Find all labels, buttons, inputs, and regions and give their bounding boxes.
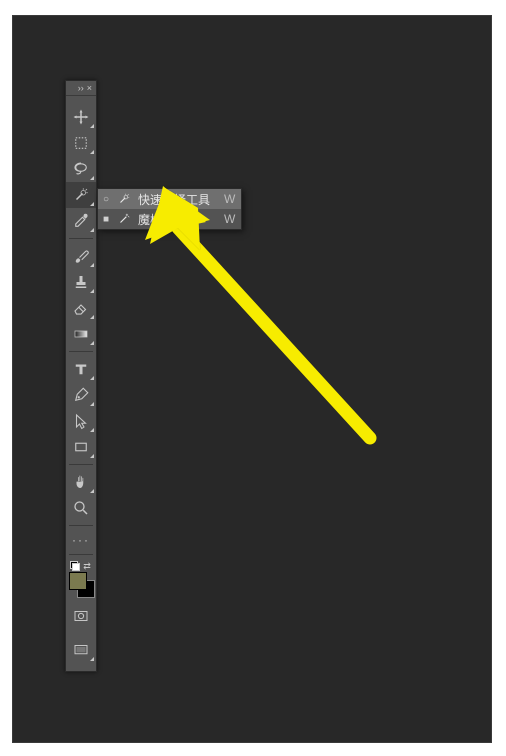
panel-header: ›› × — [66, 81, 96, 96]
path-select-tool[interactable] — [66, 408, 96, 434]
shape-tool[interactable] — [66, 434, 96, 460]
default-colors-button[interactable] — [70, 561, 80, 571]
foreground-color-swatch[interactable] — [69, 572, 87, 590]
dots-icon: ··· — [72, 533, 90, 547]
flyout-label: 魔棒工具 — [138, 211, 210, 228]
brush-tool[interactable] — [66, 243, 96, 269]
eraser-icon — [72, 299, 90, 317]
pen-tool[interactable] — [66, 382, 96, 408]
flyout-item-quick-select[interactable]: ○ 快速选择工具 W — [98, 189, 241, 209]
quick-mask-mode[interactable] — [66, 603, 96, 629]
hand-icon — [72, 473, 90, 491]
panel-close-button[interactable]: × — [87, 84, 92, 93]
tools-panel: ›› × — [65, 80, 97, 672]
gradient-icon — [72, 325, 90, 343]
spacer — [66, 96, 96, 104]
spacer — [66, 663, 96, 671]
marquee-icon — [72, 134, 90, 152]
flyout-bullet: ○ — [102, 194, 110, 205]
type-tool[interactable] — [66, 356, 96, 382]
quick-mask-icon — [72, 607, 90, 625]
flyout-shortcut: W — [224, 192, 235, 206]
flyout-bullet: ■ — [102, 214, 110, 225]
app-frame: ›› × — [12, 15, 492, 743]
flyout-item-magic-wand[interactable]: ■ 魔棒工具 W — [98, 209, 241, 229]
cursor-icon — [72, 412, 90, 430]
quick-select-icon — [116, 191, 132, 207]
gradient-tool[interactable] — [66, 321, 96, 347]
stamp-tool[interactable] — [66, 269, 96, 295]
tool-separator — [69, 238, 93, 239]
type-icon — [72, 360, 90, 378]
stamp-icon — [72, 273, 90, 291]
flyout-label: 快速选择工具 — [138, 191, 210, 208]
magic-wand-icon — [116, 211, 132, 227]
screen-mode-icon — [72, 641, 90, 659]
quick-select-icon — [72, 186, 90, 204]
tool-flyout-menu: ○ 快速选择工具 W ■ 魔棒工具 W — [97, 188, 242, 230]
tool-separator — [69, 351, 93, 352]
tool-separator — [69, 525, 93, 526]
flyout-shortcut: W — [224, 212, 235, 226]
eyedropper-tool[interactable] — [66, 208, 96, 234]
screen-mode[interactable] — [66, 637, 96, 663]
tool-separator — [69, 464, 93, 465]
swap-colors-button[interactable]: ⇄ — [82, 561, 92, 571]
hand-tool[interactable] — [66, 469, 96, 495]
pen-icon — [72, 386, 90, 404]
quick-select-tool[interactable] — [66, 182, 96, 208]
color-swatch-group: ⇄ — [66, 559, 96, 591]
eraser-tool[interactable] — [66, 295, 96, 321]
zoom-icon — [72, 499, 90, 517]
lasso-tool[interactable] — [66, 156, 96, 182]
eyedropper-icon — [72, 212, 90, 230]
tool-separator — [69, 554, 93, 555]
move-tool[interactable] — [66, 104, 96, 130]
panel-collapse-button[interactable]: ›› — [78, 84, 84, 93]
brush-icon — [72, 247, 90, 265]
move-icon — [72, 108, 90, 126]
edit-toolbar-button[interactable]: ··· — [66, 530, 96, 550]
zoom-tool[interactable] — [66, 495, 96, 521]
marquee-tool[interactable] — [66, 130, 96, 156]
spacer — [66, 629, 96, 637]
lasso-icon — [72, 160, 90, 178]
rectangle-icon — [72, 438, 90, 456]
